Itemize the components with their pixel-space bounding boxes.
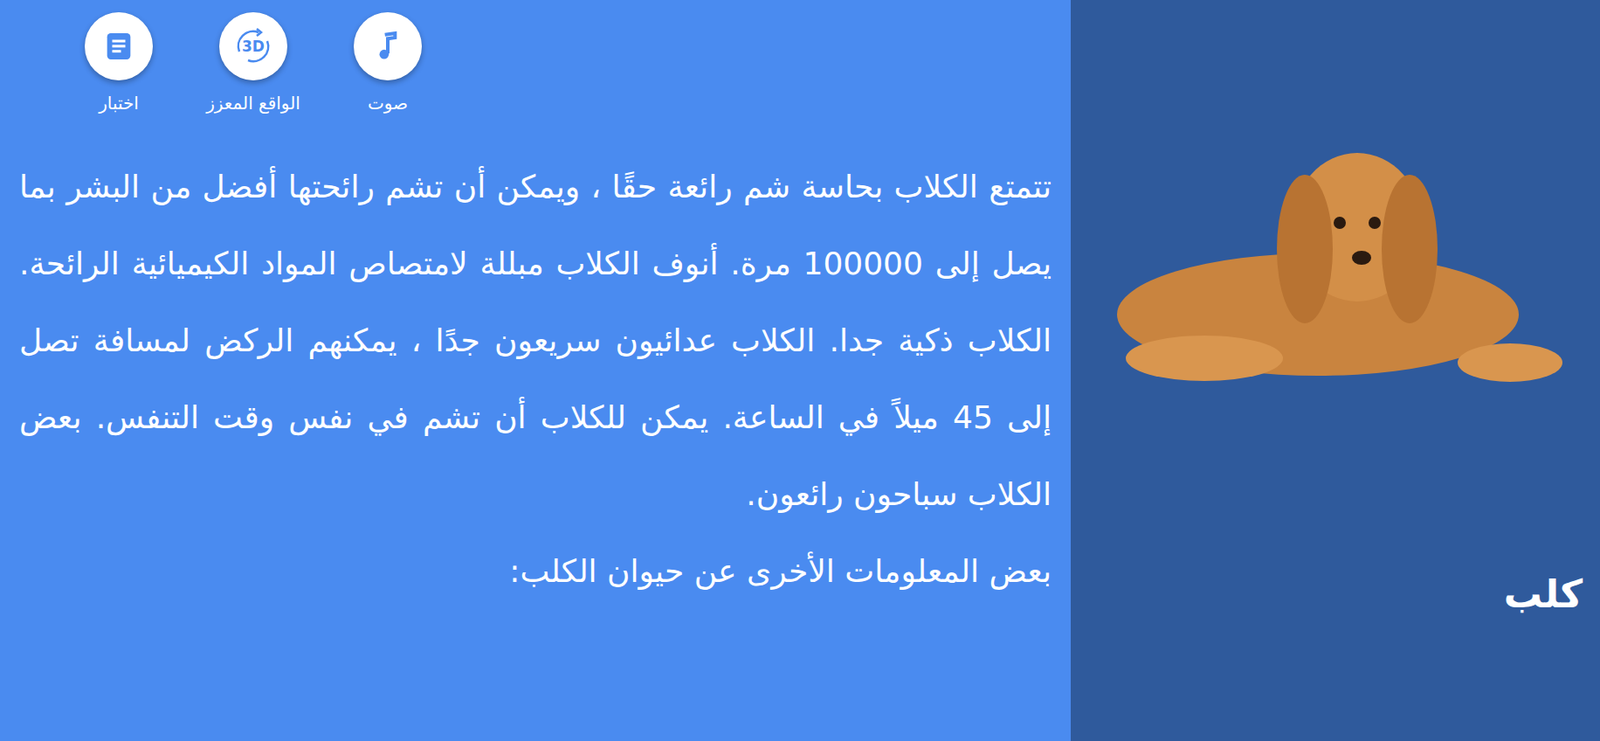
content-panel: صوت3Dالواقع المعززاختبارتتمتع الكلاب بحا… (0, 0, 1071, 741)
ar-3d-icon: 3D (232, 25, 275, 68)
document-icon (101, 28, 137, 64)
toolbar: صوت3Dالواقع المعززاختبار (19, 0, 1052, 114)
animal-name: كلب (1503, 571, 1583, 616)
article: تتمتع الكلاب بحاسة شم رائعة حقًا ، ويمكن… (19, 148, 1052, 610)
dog-picture (1099, 139, 1572, 394)
toolbar-button[interactable]: 3Dالواقع المعزز (209, 12, 297, 114)
toolbar-label: اختبار (98, 92, 139, 114)
toolbar-button[interactable]: اختبار (75, 12, 163, 114)
article-paragraph: تتمتع الكلاب بحاسة شم رائعة حقًا ، ويمكن… (19, 148, 1052, 533)
article-paragraph: بعض المعلومات الأخرى عن حيوان الكلب: (19, 532, 1052, 610)
animal-panel: كلب (1070, 0, 1600, 741)
app: صوت3Dالواقع المعززاختبارتتمتع الكلاب بحا… (0, 0, 1600, 741)
toolbar-button[interactable]: صوت (344, 12, 432, 114)
toolbar-label: صوت (367, 92, 408, 114)
music-note-icon (370, 28, 406, 64)
toolbar-label: الواقع المعزز (206, 92, 301, 114)
